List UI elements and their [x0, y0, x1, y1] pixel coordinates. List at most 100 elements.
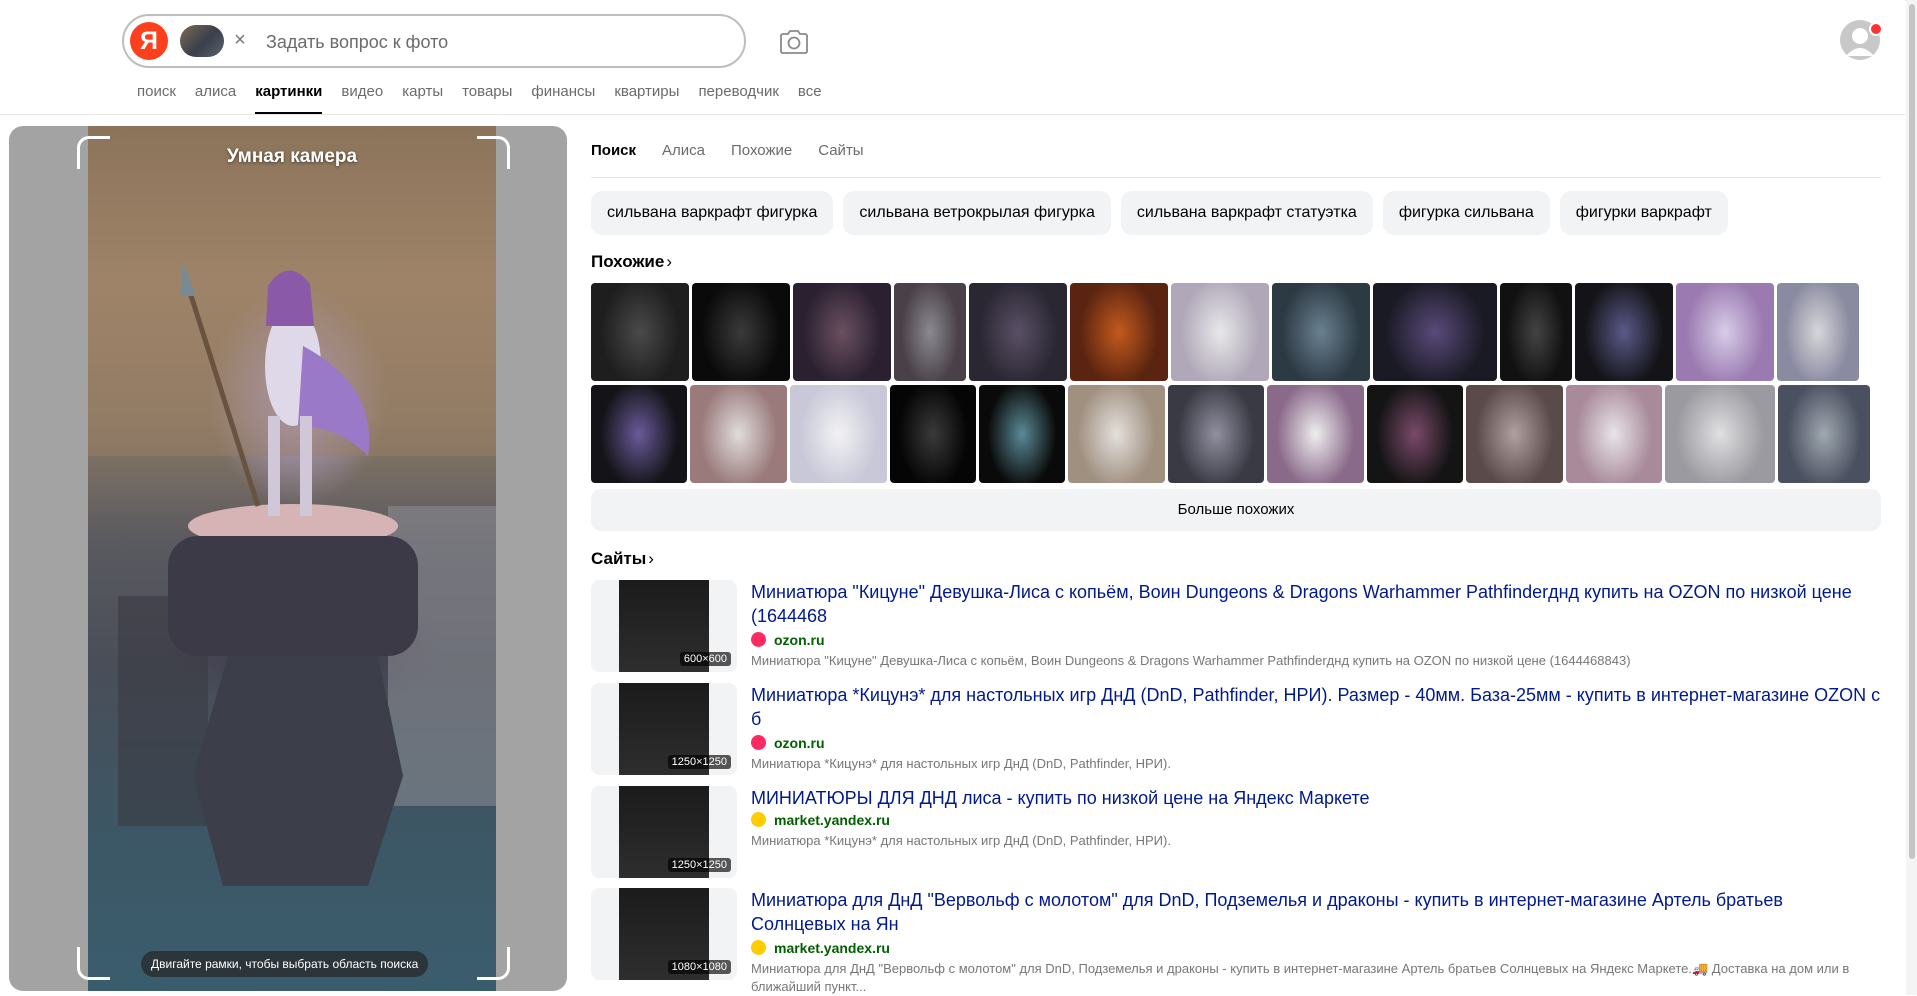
- more-similar-button[interactable]: Больше похожих: [591, 489, 1881, 531]
- site-result[interactable]: 1080×1080 Миниатюра для ДнД "Вервольф с …: [591, 888, 1891, 994]
- site-domain-text: ozon.ru: [774, 735, 825, 751]
- similar-image-thumbnail[interactable]: [1575, 283, 1673, 381]
- sites-section-title[interactable]: Сайты ›: [591, 549, 654, 569]
- similar-image-thumbnail[interactable]: [1500, 283, 1572, 381]
- nav-video[interactable]: видео: [341, 82, 383, 112]
- crop-handle-top-right[interactable]: [477, 136, 510, 169]
- uploaded-photo: [88, 126, 496, 991]
- nav-translator[interactable]: переводчик: [698, 82, 778, 112]
- image-size-badge: 1250×1250: [667, 858, 731, 872]
- results-panel: Поиск Алиса Похожие Сайты сильвана варкр…: [578, 126, 1892, 995]
- nav-maps[interactable]: карты: [402, 82, 443, 112]
- site-domain[interactable]: ozon.ru: [751, 735, 825, 751]
- camera-search-icon[interactable]: [779, 28, 809, 56]
- smart-camera-title: Умная камера: [226, 146, 358, 167]
- scrollbar-thumb[interactable]: [1909, 4, 1915, 859]
- notification-dot: [1869, 22, 1883, 36]
- site-domain-text: market.yandex.ru: [774, 940, 890, 956]
- suggestion-chip[interactable]: сильвана варкрафт статуэтка: [1120, 191, 1373, 235]
- image-size-badge: 1080×1080: [667, 960, 731, 974]
- site-domain[interactable]: ozon.ru: [751, 632, 825, 648]
- suggestion-chip[interactable]: фигурка сильвана: [1382, 191, 1550, 235]
- results-tabs: Поиск Алиса Похожие Сайты: [591, 142, 864, 159]
- suggestion-chip[interactable]: сильвана варкрафт фигурка: [591, 191, 834, 235]
- search-input[interactable]: [264, 26, 718, 58]
- nav-finance[interactable]: финансы: [531, 82, 595, 112]
- similar-image-thumbnail[interactable]: [793, 283, 891, 381]
- suggestion-chip[interactable]: фигурки варкрафт: [1559, 191, 1728, 235]
- service-nav: поиск алиса картинки видео карты товары …: [137, 82, 822, 114]
- site-thumbnail[interactable]: 1080×1080: [591, 888, 737, 980]
- yandex-logo[interactable]: Я: [130, 22, 168, 60]
- similar-image-thumbnail[interactable]: [890, 385, 976, 483]
- nav-all[interactable]: все: [798, 82, 822, 112]
- similar-image-thumbnail[interactable]: [979, 385, 1065, 483]
- site-thumbnail[interactable]: 1250×1250: [591, 683, 737, 775]
- sites-title-text: Сайты: [591, 549, 647, 568]
- site-title-link[interactable]: Миниатюра для ДнД "Вервольф с молотом" д…: [751, 888, 1881, 936]
- similar-image-thumbnail[interactable]: [690, 385, 787, 483]
- site-title-link[interactable]: Миниатюра "Кицуне" Девушка-Лиса с копьём…: [751, 580, 1881, 628]
- similar-image-thumbnail[interactable]: [1566, 385, 1662, 483]
- site-title-link[interactable]: Миниатюра *Кицунэ* для настольных игр Дн…: [751, 683, 1881, 731]
- similar-image-thumbnail[interactable]: [1466, 385, 1563, 483]
- similar-image-thumbnail[interactable]: [1171, 283, 1269, 381]
- similar-image-thumbnail[interactable]: [1272, 283, 1370, 381]
- tab-alice[interactable]: Алиса: [662, 142, 705, 159]
- site-domain[interactable]: market.yandex.ru: [751, 812, 890, 828]
- tabs-divider: [591, 177, 1881, 178]
- similar-image-thumbnail[interactable]: [1777, 283, 1859, 381]
- query-photo-thumbnail[interactable]: [180, 25, 224, 57]
- similar-image-thumbnail[interactable]: [894, 283, 966, 381]
- header: Я × поиск алиса картинки видео карты тов…: [0, 0, 1905, 115]
- site-title-link[interactable]: МИНИАТЮРЫ ДЛЯ ДНД лиса - купить по низко…: [751, 786, 1881, 810]
- chevron-right-icon: ›: [666, 252, 673, 271]
- site-domain-text: ozon.ru: [774, 632, 825, 648]
- nav-alice[interactable]: алиса: [195, 82, 236, 112]
- nav-goods[interactable]: товары: [462, 82, 512, 112]
- site-domain[interactable]: market.yandex.ru: [751, 940, 890, 956]
- image-size-badge: 600×600: [679, 652, 731, 666]
- similar-image-thumbnail[interactable]: [1367, 385, 1463, 483]
- similar-image-thumbnail[interactable]: [1070, 283, 1168, 381]
- suggestion-chip[interactable]: сильвана ветрокрылая фигурка: [843, 191, 1111, 235]
- similar-image-thumbnail[interactable]: [790, 385, 887, 483]
- crop-handle-top-left[interactable]: [77, 136, 110, 169]
- similar-image-thumbnail[interactable]: [1373, 283, 1497, 381]
- site-description: Миниатюра для ДнД "Вервольф с молотом" д…: [751, 961, 1850, 994]
- similar-image-thumbnail[interactable]: [1168, 385, 1264, 483]
- similar-image-thumbnail[interactable]: [1665, 385, 1775, 483]
- site-result[interactable]: 600×600 Миниатюра "Кицуне" Девушка-Лиса …: [591, 580, 1891, 672]
- similar-image-thumbnail[interactable]: [591, 283, 689, 381]
- similar-image-thumbnail[interactable]: [1267, 385, 1364, 483]
- site-description: Миниатюра "Кицуне" Девушка-Лиса с копьём…: [751, 653, 1631, 668]
- search-box[interactable]: Я ×: [122, 14, 746, 68]
- similar-section-title[interactable]: Похожие ›: [591, 252, 672, 272]
- nav-search[interactable]: поиск: [137, 82, 176, 112]
- ozon-favicon-icon: [751, 735, 766, 750]
- site-thumbnail[interactable]: 1250×1250: [591, 786, 737, 878]
- query-suggestions: сильвана варкрафт фигурка сильвана ветро…: [591, 191, 1728, 235]
- similar-image-thumbnail[interactable]: [591, 385, 687, 483]
- remove-photo-icon[interactable]: ×: [228, 27, 252, 53]
- crop-handle-bottom-left[interactable]: [77, 947, 110, 980]
- site-thumbnail[interactable]: 600×600: [591, 580, 737, 672]
- market-favicon-icon: [751, 940, 766, 955]
- similar-image-thumbnail[interactable]: [692, 283, 790, 381]
- similar-image-thumbnail[interactable]: [969, 283, 1067, 381]
- nav-images[interactable]: картинки: [255, 82, 323, 114]
- nav-realty[interactable]: квартиры: [614, 82, 679, 112]
- chevron-right-icon: ›: [648, 549, 654, 568]
- tab-similar[interactable]: Похожие: [731, 142, 792, 159]
- tab-sites[interactable]: Сайты: [818, 142, 863, 159]
- similar-image-thumbnail[interactable]: [1068, 385, 1165, 483]
- similar-image-thumbnail[interactable]: [1778, 385, 1870, 483]
- similar-image-thumbnail[interactable]: [1676, 283, 1774, 381]
- market-favicon-icon: [751, 812, 766, 827]
- site-domain-text: market.yandex.ru: [774, 812, 890, 828]
- site-result[interactable]: 1250×1250 МИНИАТЮРЫ ДЛЯ ДНД лиса - купит…: [591, 786, 1891, 878]
- smart-camera-panel: Умная камера Двигайте рамки, чтобы выбра…: [9, 126, 567, 991]
- site-result[interactable]: 1250×1250 Миниатюра *Кицунэ* для настоль…: [591, 683, 1891, 775]
- crop-handle-bottom-right[interactable]: [477, 947, 510, 980]
- tab-search[interactable]: Поиск: [591, 142, 636, 159]
